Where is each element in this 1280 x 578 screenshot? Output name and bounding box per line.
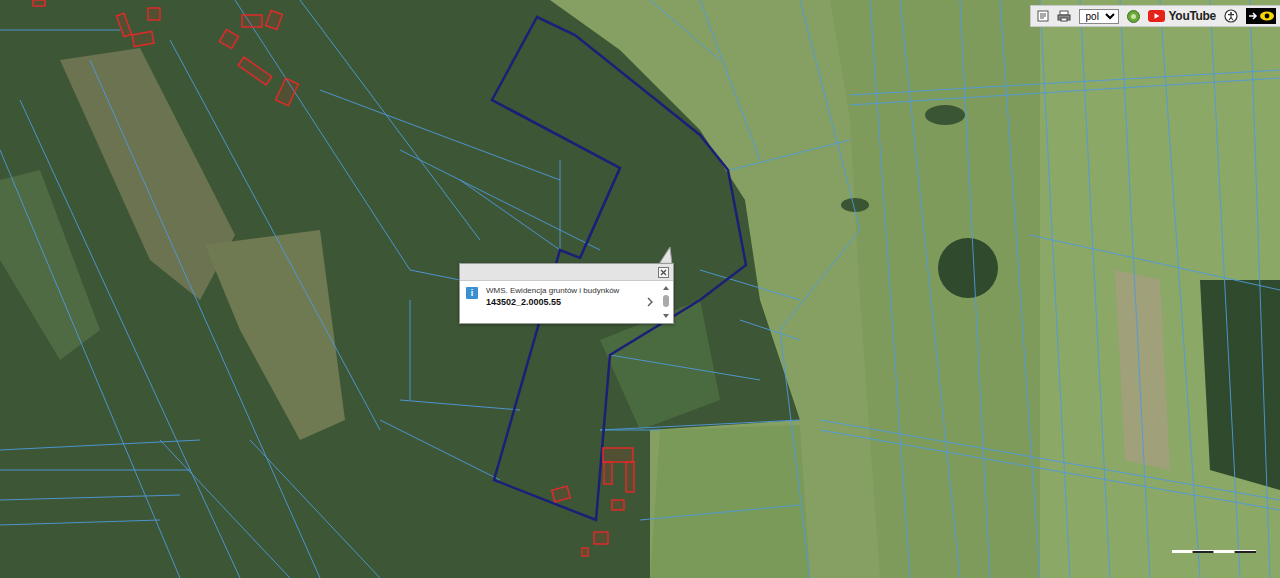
popup-body: i WMS. Ewidencja gruntów i budynków 1435… xyxy=(460,281,673,323)
building xyxy=(594,532,608,544)
accessibility-icon[interactable] xyxy=(1224,9,1238,23)
popup-header xyxy=(460,264,673,281)
parcel-boundary xyxy=(410,300,411,400)
contrast-icon[interactable] xyxy=(1246,8,1276,24)
printer-icon[interactable] xyxy=(1057,10,1071,22)
popup-entry[interactable]: WMS. Ewidencja gruntów i budynków 143502… xyxy=(486,285,638,308)
parcel-boundary xyxy=(0,30,120,31)
info-icon: i xyxy=(466,287,478,299)
scale-bar xyxy=(1172,550,1256,554)
building xyxy=(582,548,588,556)
field-area xyxy=(830,0,1040,578)
parcel-boundary xyxy=(0,520,160,525)
building xyxy=(132,31,154,46)
parcel-boundary xyxy=(900,0,960,578)
parcel-boundary xyxy=(400,400,520,410)
field-area xyxy=(60,48,235,300)
popup-pointer xyxy=(657,247,673,264)
info-popup: i WMS. Ewidencja gruntów i budynków 1435… xyxy=(459,263,674,324)
building xyxy=(242,15,262,27)
parcel-boundary xyxy=(160,440,290,578)
building xyxy=(266,10,283,29)
parcel-boundary xyxy=(800,0,860,230)
youtube-icon xyxy=(1148,10,1165,22)
parcel-boundary xyxy=(700,0,760,160)
parcel-boundary xyxy=(250,440,380,578)
parcel-boundary xyxy=(235,0,410,270)
parcel-boundary xyxy=(0,495,180,500)
parcel-boundary xyxy=(1160,0,1200,578)
parcel-boundary xyxy=(90,60,320,578)
parcel-boundary xyxy=(780,230,860,330)
building xyxy=(612,500,624,510)
parcel-boundary xyxy=(780,330,810,578)
parcel-boundary xyxy=(640,505,800,520)
parcel-boundary xyxy=(850,78,1280,105)
parcel-boundary xyxy=(1210,0,1240,578)
popup-scrollbar[interactable] xyxy=(662,285,670,319)
parcel-boundary xyxy=(400,150,600,250)
toolbar: pol YouTube xyxy=(1030,5,1280,27)
field-area xyxy=(1040,0,1280,578)
field-area xyxy=(650,425,810,578)
language-select[interactable]: pol xyxy=(1079,9,1119,24)
parcel-boundary xyxy=(1030,235,1280,290)
parcel-boundary xyxy=(600,420,800,430)
parcel-boundary xyxy=(870,0,910,578)
parcel-boundary xyxy=(820,430,1280,510)
parcel-boundary xyxy=(1250,0,1270,578)
parcel-boundary xyxy=(560,160,561,250)
building xyxy=(603,448,633,462)
parcel-boundary xyxy=(740,320,800,340)
youtube-link[interactable]: YouTube xyxy=(1148,7,1216,25)
building xyxy=(238,57,272,85)
building xyxy=(552,486,571,502)
building xyxy=(626,462,634,492)
parcel-boundary xyxy=(0,150,180,578)
tree-area xyxy=(1200,280,1280,490)
forest-area xyxy=(0,170,100,360)
parcel-boundary xyxy=(820,420,1280,500)
building xyxy=(219,29,238,48)
parcel-boundary xyxy=(300,0,480,240)
parcel-boundary xyxy=(700,270,800,300)
parcel-boundary xyxy=(1080,0,1110,578)
tree-area xyxy=(938,238,998,298)
parcel-boundary xyxy=(730,140,850,170)
help-icon[interactable] xyxy=(1127,10,1140,23)
parcel-boundary xyxy=(1040,0,1070,578)
forest-area xyxy=(0,0,1280,578)
parcel-boundary xyxy=(170,40,380,430)
parcel-boundary xyxy=(320,90,560,180)
building xyxy=(604,462,612,484)
chevron-right-icon[interactable] xyxy=(646,297,654,307)
field-area xyxy=(205,230,345,440)
parcel-boundary xyxy=(460,180,560,250)
selected-parcel xyxy=(492,100,620,258)
parcel-boundary xyxy=(380,420,500,480)
building xyxy=(276,78,299,106)
parcel-boundary xyxy=(0,440,200,450)
parcel-boundary xyxy=(600,430,660,431)
parcel-boundary xyxy=(0,470,190,471)
notes-icon[interactable] xyxy=(1037,10,1049,22)
parcel-boundary xyxy=(650,0,720,60)
close-icon[interactable] xyxy=(658,267,669,278)
map[interactable]: pol YouTube i WMS. Ewidencja gruntów i b… xyxy=(0,0,1280,578)
building xyxy=(33,0,45,6)
parcel-boundary xyxy=(20,100,240,578)
tree-area xyxy=(925,105,965,125)
parcel-boundary xyxy=(1000,0,1040,578)
parcel-boundary xyxy=(610,355,760,380)
building xyxy=(148,8,160,20)
building xyxy=(116,13,131,36)
